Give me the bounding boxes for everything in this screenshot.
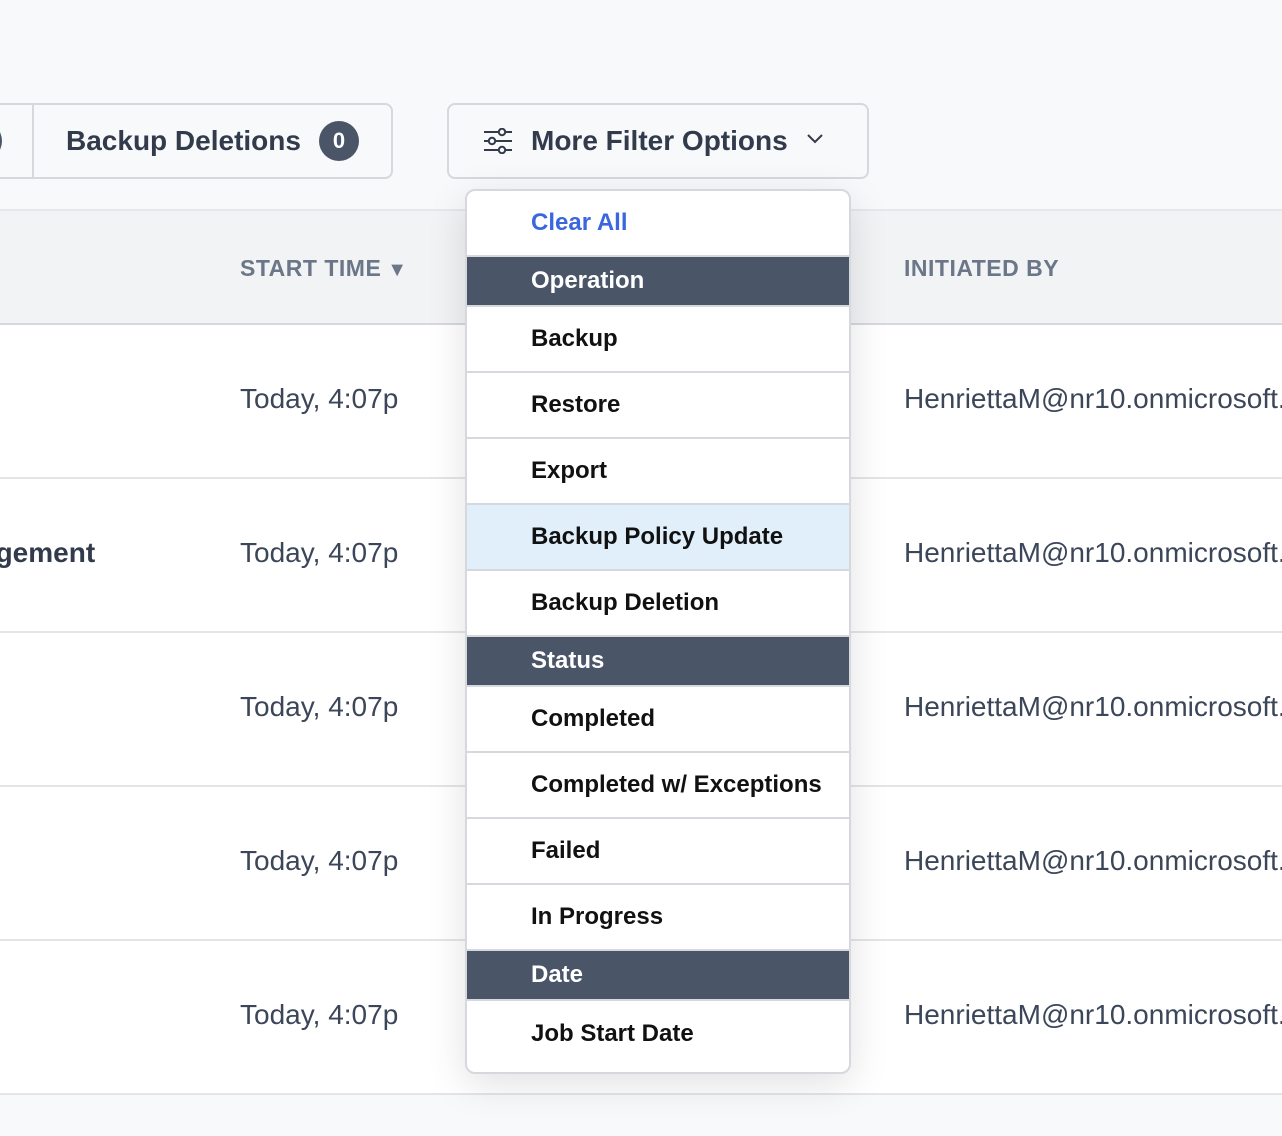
column-header-start-time[interactable]: START TIME ▼: [240, 255, 408, 282]
cell-initiated-by: HenriettaM@nr10.onmicrosoft.com: [904, 691, 1282, 722]
filter-chip-group: 0 Backup Deletions 0: [0, 103, 393, 179]
more-filter-options-button[interactable]: More Filter Options: [447, 103, 869, 179]
section-header-status: Status: [467, 637, 849, 687]
menu-item-restore[interactable]: Restore: [467, 373, 849, 439]
menu-item-in-progress[interactable]: In Progress: [467, 885, 849, 951]
menu-item-job-start-date[interactable]: Job Start Date: [467, 1001, 849, 1067]
cell-start-time: Today, 4:07p: [240, 691, 399, 722]
cell-start-time: Today, 4:07p: [240, 999, 399, 1030]
count-badge: 0: [0, 121, 2, 161]
sort-descending-icon[interactable]: ▼: [387, 259, 407, 282]
filter-chip-backup-deletions[interactable]: Backup Deletions 0: [32, 105, 391, 177]
menu-item-failed[interactable]: Failed: [467, 819, 849, 885]
cell-initiated-by: HenriettaM@nr10.onmicrosoft.com: [904, 383, 1282, 414]
menu-item-backup-policy-update[interactable]: Backup Policy Update: [467, 505, 849, 571]
cell-initiated-by: HenriettaM@nr10.onmicrosoft.com: [904, 845, 1282, 876]
more-filter-label: More Filter Options: [531, 125, 788, 156]
chip-label: Backup Deletions: [66, 125, 301, 156]
cell-initiated-by: HenriettaM@nr10.onmicrosoft.com: [904, 537, 1282, 568]
menu-item-completed[interactable]: Completed: [467, 687, 849, 753]
clear-all-link[interactable]: Clear All: [467, 191, 849, 257]
cell-start-time: Today, 4:07p: [240, 845, 399, 876]
count-badge: 0: [318, 121, 359, 161]
cell-name: agement: [0, 537, 96, 568]
menu-item-completed-with-exceptions[interactable]: Completed w/ Exceptions: [467, 753, 849, 819]
cell-initiated-by: HenriettaM@nr10.onmicrosoft.com: [904, 999, 1282, 1030]
chevron-down-icon: [806, 134, 823, 144]
cell-start-time: Today, 4:07p: [240, 537, 399, 568]
menu-item-backup-deletion[interactable]: Backup Deletion: [467, 571, 849, 637]
filter-chip-partial[interactable]: 0: [0, 105, 32, 177]
cell-start-time: Today, 4:07p: [240, 383, 399, 414]
menu-item-export[interactable]: Export: [467, 439, 849, 505]
filter-dropdown-menu: Clear All Operation Backup Restore Expor…: [465, 189, 851, 1074]
section-header-date: Date: [467, 951, 849, 1001]
section-header-operation: Operation: [467, 257, 849, 307]
column-header-initiated-by[interactable]: INITIATED BY: [904, 255, 1059, 282]
sliders-icon: [484, 128, 512, 154]
menu-item-backup[interactable]: Backup: [467, 307, 849, 373]
